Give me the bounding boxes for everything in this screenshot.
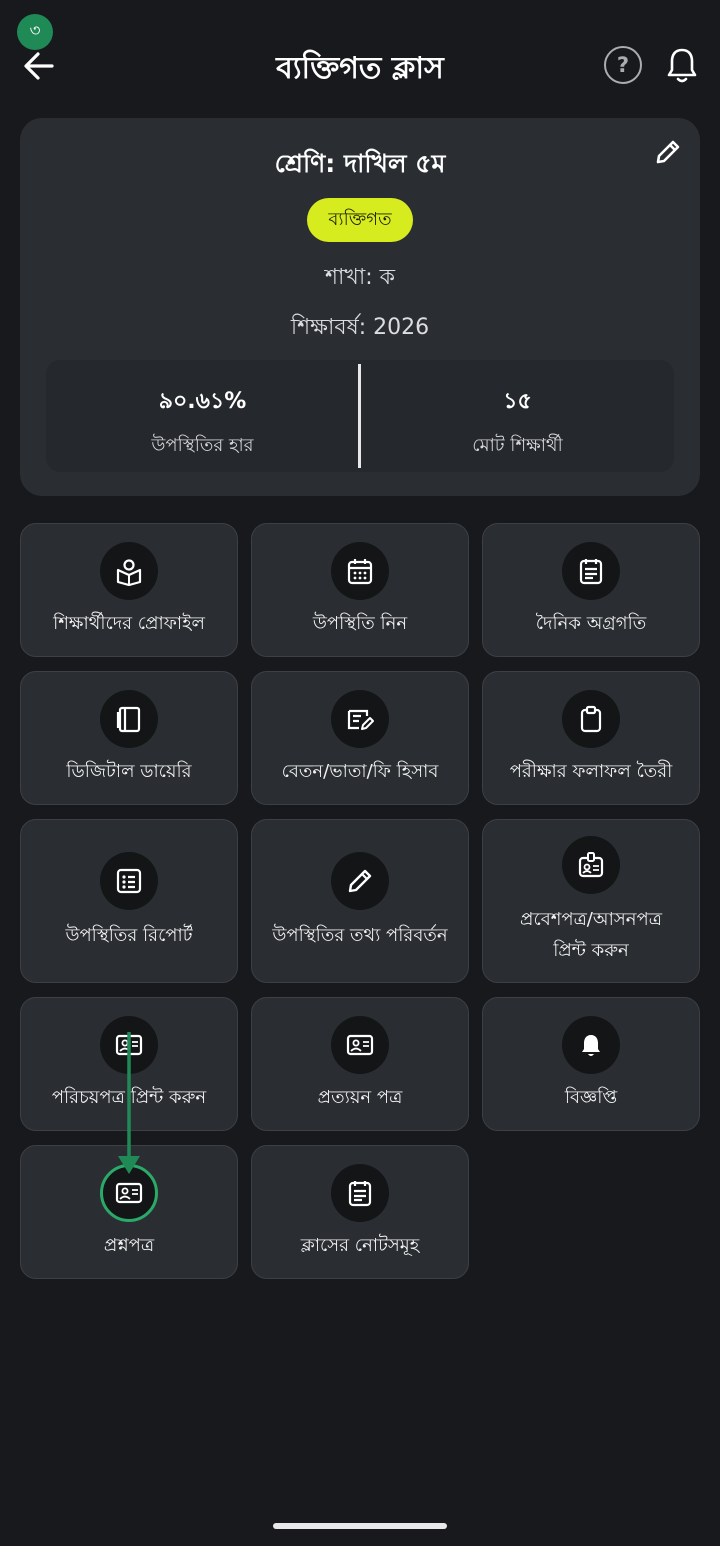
id-card-icon xyxy=(331,1016,389,1074)
diary-icon xyxy=(100,690,158,748)
section-text: শাখা: ক xyxy=(324,265,396,290)
total-students-value: ১৫ xyxy=(503,389,532,414)
tile-attendance-report[interactable]: উপস্থিতির রিপোর্ট xyxy=(20,819,238,983)
student-profile-icon xyxy=(100,542,158,600)
tile-take-attendance[interactable]: উপস্থিতি নিন xyxy=(251,523,469,657)
attendance-rate-value: ৯০.৬১% xyxy=(158,389,247,414)
tile-label: উপস্থিতি নিন xyxy=(312,613,408,634)
class-info-card: শ্রেণি: দাখিল ৫ম ব্যক্তিগত শাখা: ক শিক্ষ… xyxy=(20,118,700,496)
tile-daily-progress[interactable]: দৈনিক অগ্রগতি xyxy=(482,523,700,657)
report-list-icon xyxy=(100,852,158,910)
tile-student-profile[interactable]: শিক্ষার্থীদের প্রোফাইল xyxy=(20,523,238,657)
attendance-rate-label: উপস্থিতির হার xyxy=(151,435,254,456)
notes-icon xyxy=(331,1164,389,1222)
fee-edit-icon xyxy=(331,690,389,748)
tile-label: বিজ্ঞপ্তি xyxy=(564,1087,618,1108)
app-header: ৩ ব্যক্তিগত ক্লাস ? xyxy=(0,0,720,118)
tile-digital-diary[interactable]: ডিজিটাল ডায়েরি xyxy=(20,671,238,805)
class-type-badge: ব্যক্তিগত xyxy=(307,198,413,242)
notification-bell-icon xyxy=(562,1016,620,1074)
back-button[interactable] xyxy=(20,46,60,86)
tile-label-line2: প্রিন্ট করুন xyxy=(553,940,629,961)
tile-exam-result[interactable]: পরীক্ষার ফলাফল তৈরী xyxy=(482,671,700,805)
class-page: ৩ ব্যক্তিগত ক্লাস ? শ্রেণি: দাখিল ৫ম ব্য… xyxy=(0,0,720,1546)
id-card-icon xyxy=(100,1016,158,1074)
tile-certificate[interactable]: প্রত্যয়ন পত্র xyxy=(251,997,469,1131)
tile-label: প্রশ্নপত্র xyxy=(103,1235,155,1256)
tile-id-card-print[interactable]: পরিচয়পত্র প্রিন্ট করুন xyxy=(20,997,238,1131)
help-button[interactable]: ? xyxy=(604,46,642,84)
tile-label: প্রবেশপত্র/আসনপত্র xyxy=(520,909,662,930)
tile-label: বেতন/ভাতা/ফি হিসাব xyxy=(281,761,439,782)
tile-class-notes[interactable]: ক্লাসের নোটসমূহ xyxy=(251,1145,469,1279)
back-arrow-icon xyxy=(24,52,54,80)
calendar-icon xyxy=(331,542,389,600)
tile-question-paper[interactable]: প্রশ্নপত্র xyxy=(20,1145,238,1279)
stats-box: ৯০.৬১% উপস্থিতির হার ১৫ মোট শিক্ষার্থী xyxy=(46,360,674,472)
daily-progress-icon xyxy=(562,542,620,600)
tile-fee-account[interactable]: বেতন/ভাতা/ফি হিসাব xyxy=(251,671,469,805)
tile-label: উপস্থিতির রিপোর্ট xyxy=(65,925,193,946)
id-card-icon xyxy=(100,1164,158,1222)
tile-label: ডিজিটাল ডায়েরি xyxy=(66,761,192,782)
badge-icon xyxy=(562,836,620,894)
tile-edit-attendance[interactable]: উপস্থিতির তথ্য পরিবর্তন xyxy=(251,819,469,983)
session-text: শিক্ষাবর্ষ: 2026 xyxy=(290,315,430,340)
class-title: শ্রেণি: দাখিল ৫ম xyxy=(274,149,446,178)
notifications-button[interactable] xyxy=(664,46,700,84)
home-indicator[interactable] xyxy=(273,1523,447,1529)
tile-label: দৈনিক অগ্রগতি xyxy=(535,613,647,634)
tile-label: উপস্থিতির তথ্য পরিবর্তন xyxy=(272,925,448,946)
tile-label: প্রত্যয়ন পত্র xyxy=(317,1087,403,1108)
bell-icon xyxy=(667,48,697,83)
tile-label: ক্লাসের নোটসমূহ xyxy=(300,1235,420,1256)
tile-notice[interactable]: বিজ্ঞপ্তি xyxy=(482,997,700,1131)
total-students-label: মোট শিক্ষার্থী xyxy=(472,435,563,456)
students-stat: ১৫ মোট শিক্ষার্থী xyxy=(361,360,674,472)
pencil-icon xyxy=(331,852,389,910)
help-icon: ? xyxy=(616,53,630,77)
attendance-stat: ৯০.৬১% উপস্থিতির হার xyxy=(46,360,359,472)
clipboard-icon xyxy=(562,690,620,748)
tile-admit-card-print[interactable]: প্রবেশপত্র/আসনপত্র প্রিন্ট করুন xyxy=(482,819,700,983)
page-title: ব্যক্তিগত ক্লাস xyxy=(276,51,444,86)
tile-label: পরিচয়পত্র প্রিন্ট করুন xyxy=(51,1087,207,1108)
tile-label: শিক্ষার্থীদের প্রোফাইল xyxy=(53,613,205,634)
step-badge: ৩ xyxy=(17,14,53,50)
tile-label: পরীক্ষার ফলাফল তৈরী xyxy=(509,761,673,782)
